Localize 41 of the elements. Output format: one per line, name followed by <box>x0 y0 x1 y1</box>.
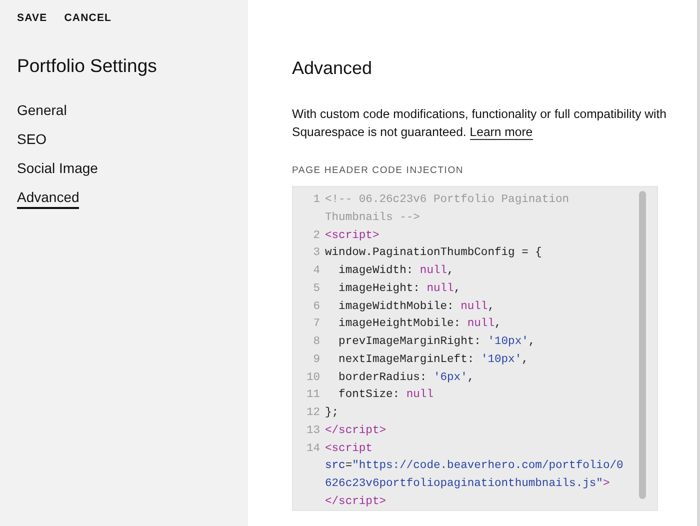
sidebar-item[interactable]: Advanced <box>17 189 80 209</box>
line-number: 12 <box>305 406 320 421</box>
code-line: <script src="https://code.beaverhero.com/portfolio/0 626c23v6portfoliopaginationthumbnails.js"> </script> <box>325 442 624 510</box>
line-number: 2 <box>312 228 320 244</box>
code-line: prevImageMarginRight: '10px', <box>338 334 536 350</box>
code-line: fontSize: null <box>338 388 434 404</box>
code-line: <!-- 06.26c23v6 Portfolio Pagination Thumbnails --> <box>325 192 570 226</box>
line-number: 3 <box>312 246 320 262</box>
line-number: 6 <box>312 300 320 314</box>
code-line: </script> <box>325 424 388 439</box>
line-number: 9 <box>312 352 320 368</box>
sidebar-title: Portfolio Settings <box>17 55 158 77</box>
sidebar-item[interactable]: Social Image <box>17 160 98 180</box>
learn-more-link[interactable]: Learn more <box>470 125 533 140</box>
code-line: }; <box>325 406 340 421</box>
line-number: 1 <box>312 193 320 208</box>
line-number: 8 <box>312 335 320 350</box>
code-line: imageWidth: null, <box>338 264 455 279</box>
line-number: 14 <box>305 442 320 456</box>
code-line: borderRadius: '6px', <box>338 370 476 386</box>
page-title: Advanced <box>292 58 374 79</box>
save-button[interactable]: SAVE <box>17 12 48 24</box>
description-text: With custom code modifications, functionality or full compatibility with Squarespace is not guaranteed. Learn more <box>292 106 668 141</box>
sidebar-item[interactable]: General <box>17 102 67 122</box>
cancel-button[interactable]: CANCEL <box>64 12 112 24</box>
section-label: PAGE HEADER CODE INJECTION <box>292 165 465 176</box>
line-number: 10 <box>305 370 320 386</box>
code-line: window.PaginationThumbConfig = { <box>325 246 543 262</box>
code-line: imageHeight: null, <box>338 282 462 297</box>
code-editor[interactable] <box>292 186 658 511</box>
line-number: 5 <box>312 282 320 297</box>
code-line: imageHeightMobile: null, <box>338 316 502 332</box>
code-line: nextImageMarginLeft: '10px', <box>338 352 530 368</box>
scrollbar-thumb[interactable] <box>639 191 646 499</box>
line-number: 4 <box>312 264 320 279</box>
line-number: 13 <box>305 424 320 439</box>
line-number: 7 <box>312 317 320 332</box>
code-line: imageWidthMobile: null, <box>338 300 496 314</box>
code-line: <script> <box>325 228 380 244</box>
sidebar-item[interactable]: SEO <box>17 131 47 151</box>
line-number: 11 <box>305 388 320 404</box>
